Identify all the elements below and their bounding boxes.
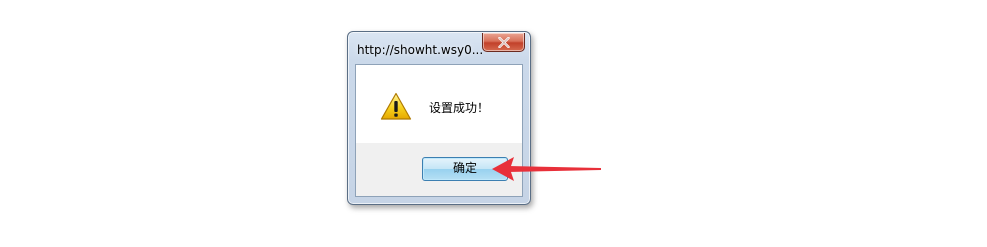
close-button[interactable] [482, 33, 525, 52]
dialog-title: http://showht.wsy0... [357, 43, 484, 57]
annotation-arrow [492, 157, 601, 181]
dialog-content: 设置成功！ [356, 65, 522, 143]
annotation-arrow-shaft [508, 166, 601, 172]
dialog-titlebar[interactable]: http://showht.wsy0... [348, 32, 530, 64]
screenshot-stage: http://showht.wsy0... 设置成功！ 确定 [0, 0, 987, 247]
close-icon [498, 37, 510, 48]
warning-icon [380, 92, 412, 120]
dialog-message: 设置成功！ [429, 101, 490, 115]
